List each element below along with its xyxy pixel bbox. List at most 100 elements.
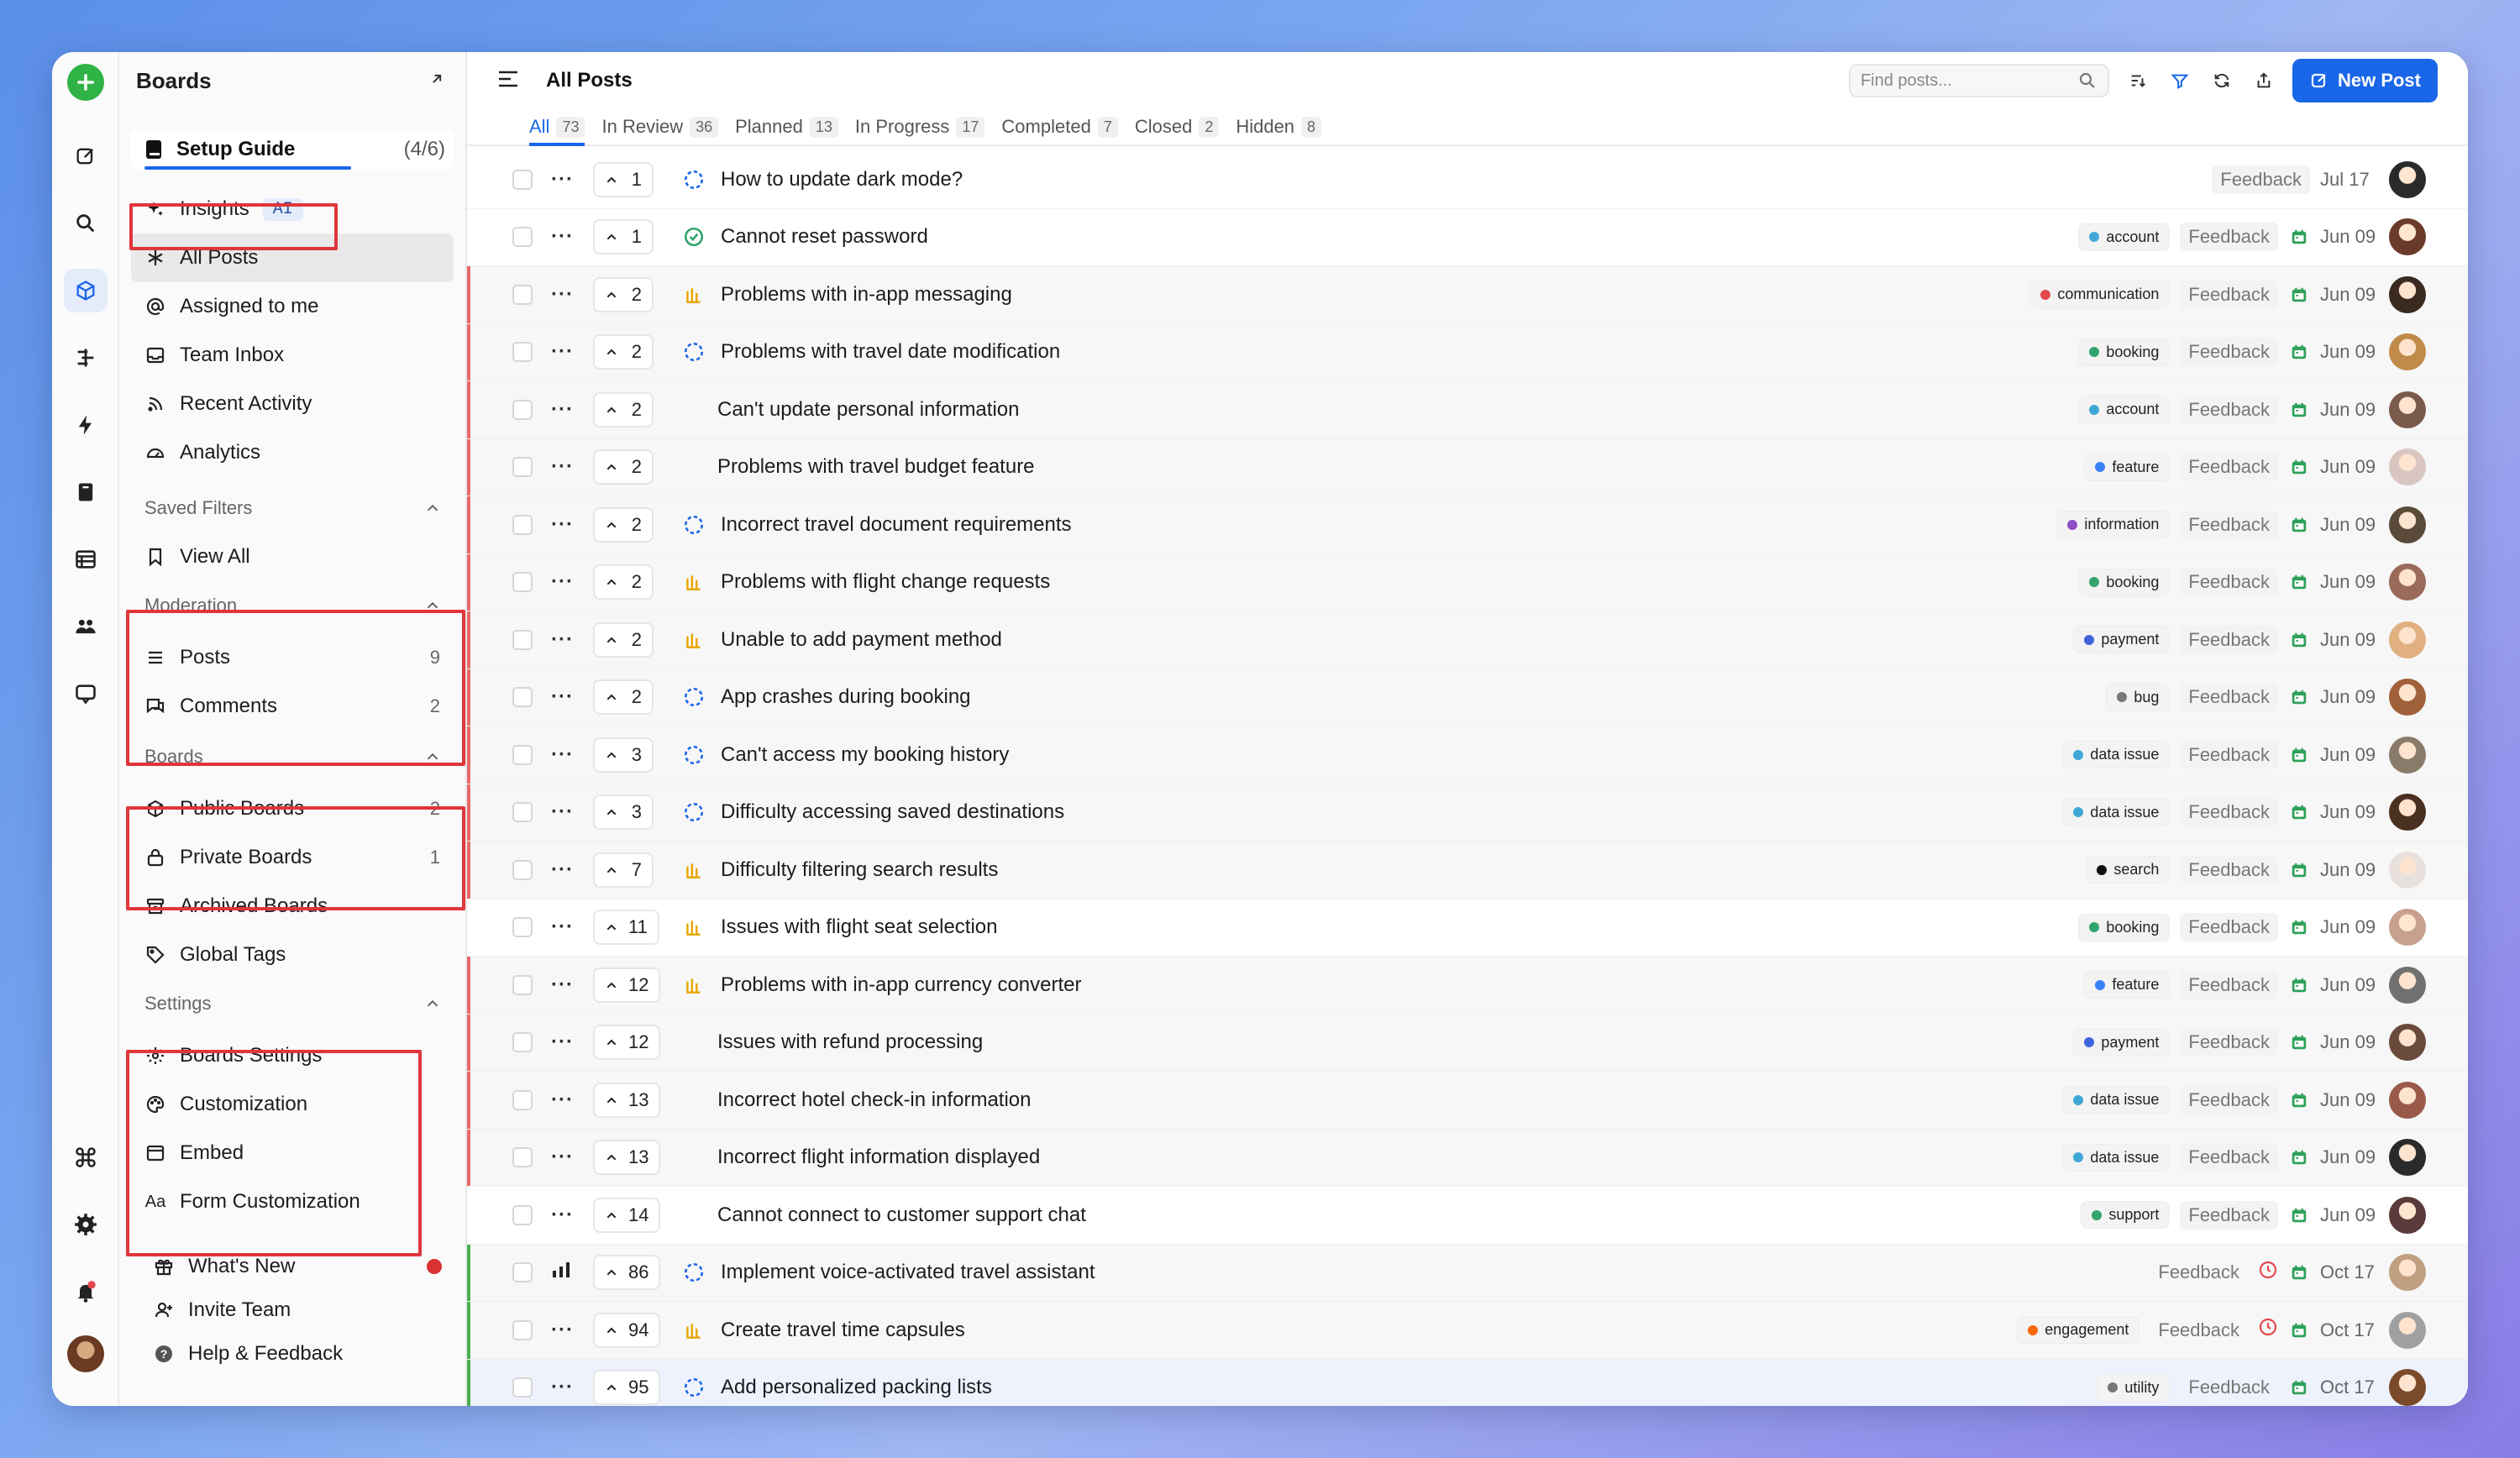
tab-in-review[interactable]: In Review 36 bbox=[601, 109, 719, 144]
upvote-button[interactable]: 1 bbox=[593, 161, 654, 197]
tag-badge[interactable]: booking bbox=[2078, 338, 2171, 366]
more-options-icon[interactable]: ··· bbox=[551, 1376, 576, 1399]
more-options-icon[interactable]: ··· bbox=[551, 800, 576, 824]
more-options-icon[interactable]: ··· bbox=[551, 225, 576, 249]
invite-team-link[interactable]: Invite Team bbox=[131, 1288, 454, 1332]
settings-gear-icon[interactable] bbox=[64, 1203, 108, 1246]
chat-icon[interactable] bbox=[64, 672, 108, 716]
row-checkbox[interactable] bbox=[512, 457, 533, 478]
post-row[interactable]: ··· 14 Cannot connect to customer support … bbox=[467, 1187, 2468, 1245]
row-checkbox[interactable] bbox=[512, 169, 533, 190]
sidebar-item-all-posts[interactable]: All Posts bbox=[131, 233, 454, 282]
author-avatar[interactable] bbox=[2389, 391, 2426, 428]
author-avatar[interactable] bbox=[2389, 1369, 2426, 1406]
bolt-icon[interactable] bbox=[64, 403, 108, 447]
sidebar-item-assigned[interactable]: Assigned to me bbox=[131, 282, 454, 331]
post-row[interactable]: ··· 12 Issues with refund processing paymen… bbox=[467, 1014, 2468, 1072]
post-title[interactable]: Incorrect travel document requirements bbox=[721, 513, 1072, 537]
author-avatar[interactable] bbox=[2389, 736, 2426, 774]
tag-badge[interactable]: data issue bbox=[2062, 1086, 2171, 1114]
row-checkbox[interactable] bbox=[512, 744, 533, 765]
more-options-icon[interactable]: ··· bbox=[551, 858, 576, 882]
whats-new-link[interactable]: What's New bbox=[131, 1245, 454, 1288]
upvote-button[interactable]: 86 bbox=[593, 1255, 661, 1291]
upvote-button[interactable]: 3 bbox=[593, 795, 654, 831]
post-title[interactable]: Problems with in-app currency converter bbox=[721, 973, 1082, 997]
upvote-button[interactable]: 12 bbox=[593, 1025, 661, 1061]
post-title[interactable]: Incorrect flight information displayed bbox=[717, 1146, 1040, 1169]
tab-hidden[interactable]: Hidden 8 bbox=[1236, 109, 1322, 144]
upvote-button[interactable]: 2 bbox=[593, 391, 654, 427]
refresh-icon[interactable] bbox=[2208, 67, 2235, 94]
post-title[interactable]: Unable to add payment method bbox=[721, 628, 1002, 652]
tag-badge[interactable]: account bbox=[2078, 223, 2171, 251]
row-checkbox[interactable] bbox=[512, 1204, 533, 1225]
settings-header[interactable]: Settings bbox=[131, 979, 454, 1028]
moderation-header[interactable]: Moderation bbox=[131, 581, 454, 630]
tab-planned[interactable]: Planned 13 bbox=[735, 109, 838, 144]
row-checkbox[interactable] bbox=[512, 342, 533, 363]
app-logo-icon[interactable] bbox=[67, 64, 104, 101]
row-checkbox[interactable] bbox=[512, 1147, 533, 1168]
expand-arrow-icon[interactable] bbox=[428, 71, 445, 92]
author-avatar[interactable] bbox=[2389, 1081, 2426, 1119]
post-title[interactable]: Cannot connect to customer support chat bbox=[717, 1204, 1086, 1227]
more-options-icon[interactable]: ··· bbox=[551, 1204, 576, 1227]
upvote-button[interactable]: 95 bbox=[593, 1370, 661, 1406]
post-title[interactable]: Can't update personal information bbox=[717, 398, 1019, 422]
menu-icon[interactable] bbox=[497, 69, 519, 93]
row-checkbox[interactable] bbox=[512, 1089, 533, 1110]
tag-badge[interactable]: data issue bbox=[2062, 741, 2171, 769]
author-avatar[interactable] bbox=[2389, 851, 2426, 889]
sidebar-item-view-all[interactable]: View All bbox=[131, 532, 454, 581]
upvote-button[interactable]: 13 bbox=[593, 1082, 661, 1118]
saved-filters-header[interactable]: Saved Filters bbox=[131, 484, 454, 532]
post-title[interactable]: Implement voice-activated travel assista… bbox=[721, 1261, 1095, 1284]
tag-badge[interactable]: data issue bbox=[2062, 798, 2171, 826]
tag-badge[interactable]: booking bbox=[2078, 913, 2171, 941]
tab-completed[interactable]: Completed 7 bbox=[1001, 109, 1118, 144]
post-row[interactable]: ··· 2 Problems with in-app messaging commun… bbox=[467, 266, 2468, 324]
post-row[interactable]: ··· 12 Problems with in-app currency conve… bbox=[467, 957, 2468, 1015]
sort-icon[interactable] bbox=[2124, 67, 2151, 94]
tag-badge[interactable]: feature bbox=[2084, 453, 2171, 481]
table-icon[interactable] bbox=[64, 538, 108, 581]
post-title[interactable]: App crashes during booking bbox=[721, 685, 971, 709]
row-checkbox[interactable] bbox=[512, 974, 533, 995]
sidebar-item-analytics[interactable]: Analytics bbox=[131, 428, 454, 477]
sidebar-item-archived-boards[interactable]: Archived Boards bbox=[131, 882, 454, 931]
search-input[interactable]: Find posts... bbox=[1848, 64, 2109, 97]
more-options-icon[interactable]: ··· bbox=[551, 398, 576, 422]
more-options-icon[interactable]: ··· bbox=[551, 685, 576, 709]
tab-closed[interactable]: Closed 2 bbox=[1135, 109, 1220, 144]
author-avatar[interactable] bbox=[2389, 1024, 2426, 1062]
upvote-button[interactable]: 2 bbox=[593, 449, 654, 485]
post-title[interactable]: Problems with travel budget feature bbox=[717, 455, 1035, 479]
sidebar-item-recent-activity[interactable]: Recent Activity bbox=[131, 380, 454, 428]
upvote-button[interactable]: 11 bbox=[593, 910, 659, 946]
post-row[interactable]: ··· 7 Difficulty filtering search results s… bbox=[467, 842, 2468, 899]
compose-icon[interactable] bbox=[64, 134, 108, 178]
row-checkbox[interactable] bbox=[512, 227, 533, 248]
post-title[interactable]: Problems with travel date modification bbox=[721, 340, 1060, 364]
more-options-icon[interactable]: ··· bbox=[551, 1319, 576, 1342]
post-row[interactable]: ··· 13 Incorrect hotel check-in informatio… bbox=[467, 1072, 2468, 1130]
tag-badge[interactable]: information bbox=[2056, 511, 2171, 539]
author-avatar[interactable] bbox=[2389, 506, 2426, 543]
setup-guide[interactable]: Setup Guide (4/6) bbox=[131, 129, 454, 170]
tag-badge[interactable]: utility bbox=[2097, 1373, 2171, 1402]
post-row[interactable]: ··· 2 Unable to add payment method payment F… bbox=[467, 611, 2468, 669]
row-checkbox[interactable] bbox=[512, 917, 533, 938]
more-options-icon[interactable]: ··· bbox=[551, 743, 576, 767]
user-avatar[interactable] bbox=[64, 1332, 108, 1376]
sidebar-item-embed[interactable]: Embed bbox=[131, 1129, 454, 1177]
author-avatar[interactable] bbox=[2389, 160, 2426, 198]
upvote-button[interactable]: 2 bbox=[593, 276, 654, 312]
author-avatar[interactable] bbox=[2389, 679, 2426, 716]
post-row[interactable]: ··· 3 Difficulty accessing saved destinati… bbox=[467, 784, 2468, 842]
more-options-icon[interactable]: ··· bbox=[551, 513, 576, 537]
tab-all[interactable]: All 73 bbox=[529, 109, 585, 146]
upvote-button[interactable]: 2 bbox=[593, 564, 654, 601]
row-checkbox[interactable] bbox=[512, 284, 533, 305]
upvote-button[interactable]: 7 bbox=[593, 852, 654, 888]
